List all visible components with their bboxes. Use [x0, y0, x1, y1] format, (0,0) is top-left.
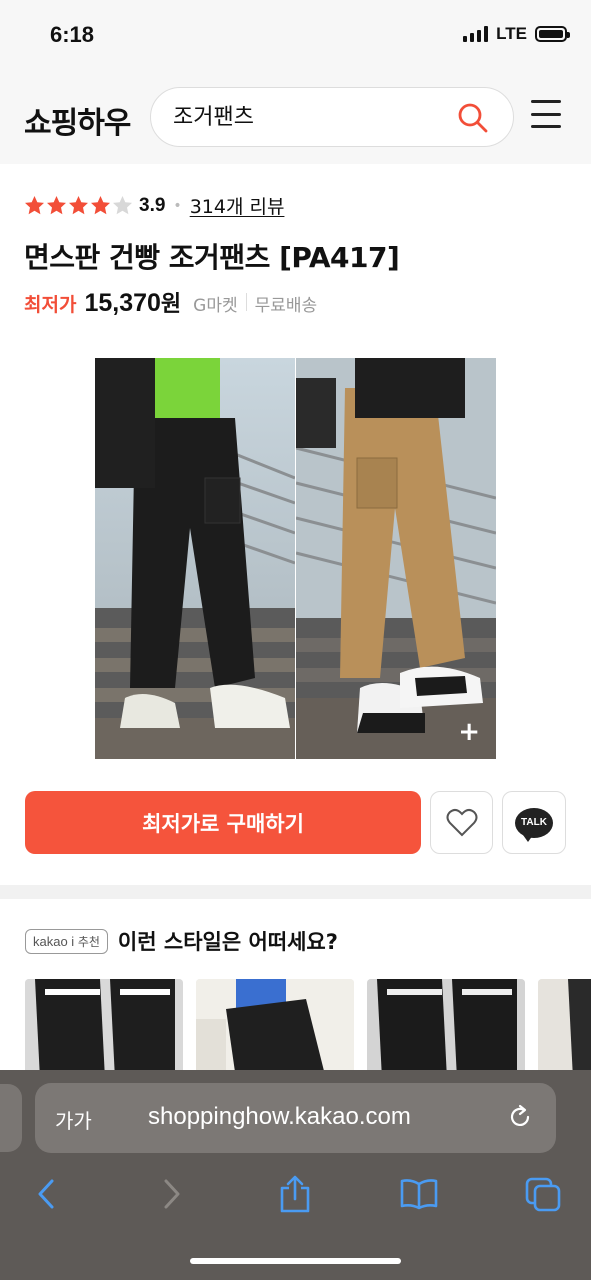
previous-tab-edge[interactable]	[0, 1084, 22, 1152]
url-text[interactable]: shoppinghow.kakao.com	[148, 1103, 411, 1131]
rating-row: 3.9 • 314개 리뷰	[24, 192, 284, 219]
shipping-info: 무료배송	[254, 296, 318, 316]
price-unit: 원	[160, 292, 182, 317]
price-row: 최저가 15,370원 G마켓 무료배송	[24, 286, 317, 318]
product-title: 면스판 건빵 조거팬츠 [PA417]	[24, 241, 400, 274]
rating-stars	[24, 195, 133, 216]
recommend-title: 이런 스타일은 어떠세요?	[117, 930, 338, 954]
talk-label: TALK	[521, 817, 547, 828]
star-icon	[25, 196, 44, 215]
search-input[interactable]	[173, 102, 443, 127]
browser-nav	[0, 1170, 591, 1220]
search-icon[interactable]	[457, 102, 489, 134]
rating-score: 3.9	[139, 194, 166, 216]
price-amount: 15,370	[84, 289, 161, 317]
recommend-header: kakao i 추천 이런 스타일은 어떠세요?	[25, 926, 338, 956]
chevron-right-icon	[164, 1179, 180, 1209]
section-divider	[0, 885, 591, 899]
reload-icon[interactable]	[506, 1103, 534, 1131]
browser-toolbar: 가가 shoppinghow.kakao.com	[0, 1070, 591, 1280]
battery-icon	[535, 26, 570, 42]
address-bar[interactable]: 가가 shoppinghow.kakao.com	[35, 1083, 556, 1153]
site-logo[interactable]: 쇼핑하우	[24, 98, 131, 142]
status-icons: LTE	[463, 24, 570, 44]
signal-icon	[463, 26, 489, 42]
separator-dot: •	[173, 197, 182, 214]
image-expand-plus[interactable]: +	[458, 719, 480, 745]
forward-button[interactable]	[148, 1170, 196, 1218]
price-value: 15,370원	[84, 286, 181, 318]
network-label: LTE	[496, 24, 527, 43]
seller-name: G마켓	[193, 296, 238, 316]
wishlist-button[interactable]	[430, 791, 493, 854]
recommend-item[interactable]	[538, 979, 591, 1079]
buy-lowest-price-button[interactable]: 최저가로 구매하기	[25, 791, 421, 854]
lowest-price-label: 최저가	[24, 294, 77, 316]
star-icon	[69, 196, 88, 215]
badge-label: 추천	[77, 934, 100, 949]
review-count-link[interactable]: 314개 리뷰	[190, 192, 285, 219]
product-image[interactable]: +	[95, 358, 496, 759]
home-indicator	[190, 1258, 401, 1264]
talk-icon: TALK	[515, 807, 553, 842]
recommend-item[interactable]	[196, 979, 354, 1079]
kakao-i-badge: kakao i 추천	[25, 928, 108, 954]
back-button[interactable]	[22, 1170, 70, 1218]
hamburger-menu-icon[interactable]	[531, 100, 561, 128]
book-icon	[400, 1179, 438, 1210]
share-icon	[280, 1175, 310, 1213]
status-bar: 6:18 LTE	[0, 0, 591, 70]
chevron-left-icon	[38, 1179, 54, 1209]
search-box[interactable]	[150, 87, 514, 147]
recommend-item[interactable]	[25, 979, 183, 1079]
top-header: 쇼핑하우	[0, 70, 591, 164]
recommend-item[interactable]	[367, 979, 525, 1079]
divider	[245, 293, 247, 311]
bookmarks-button[interactable]	[395, 1170, 443, 1218]
star-icon	[91, 196, 110, 215]
star-icon	[113, 196, 132, 215]
recommend-list	[25, 979, 591, 1079]
tabs-button[interactable]	[519, 1170, 567, 1218]
heart-icon	[446, 808, 477, 836]
status-time: 6:18	[50, 22, 95, 47]
kakao-talk-button[interactable]: TALK	[502, 791, 566, 854]
tabs-icon	[525, 1177, 561, 1212]
share-button[interactable]	[271, 1170, 319, 1218]
star-icon	[47, 196, 66, 215]
reader-options-button[interactable]: 가가	[55, 1105, 92, 1134]
badge-brand: kakao i	[33, 933, 75, 949]
